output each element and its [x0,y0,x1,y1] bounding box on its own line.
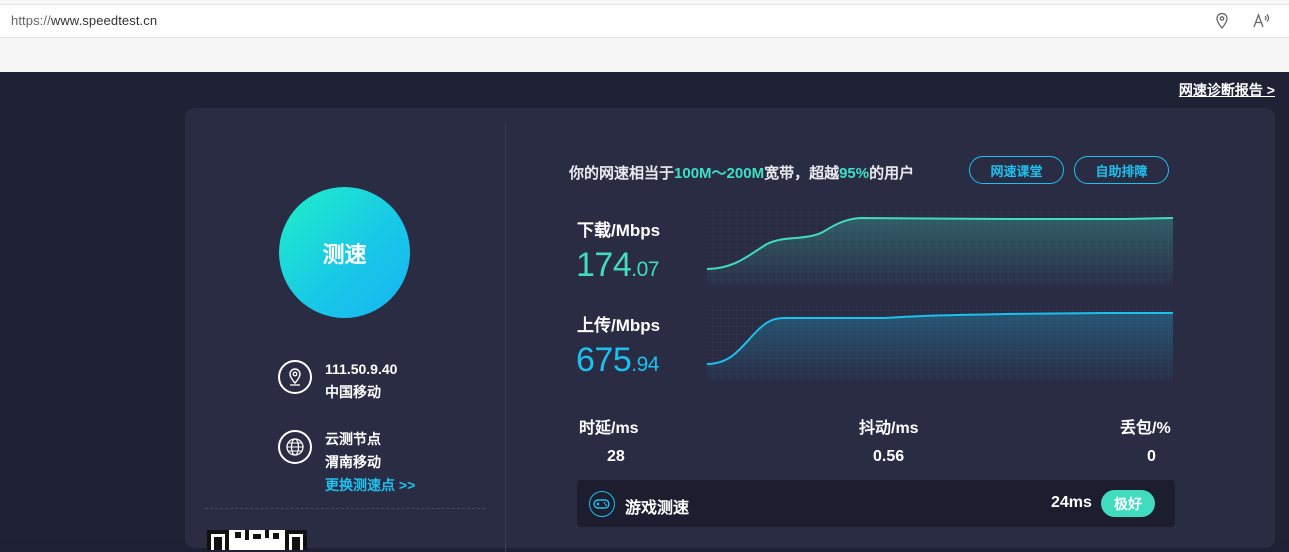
start-test-button[interactable]: 测速 [279,187,410,318]
upload-label: 上传/Mbps [577,316,661,335]
game-rating-badge: 极好 [1101,490,1155,517]
self-troubleshoot-button[interactable]: 自助排障 [1074,156,1169,184]
vertical-divider [505,122,506,552]
result-card: 测速 111.50.9.40 中国移动 云测节点 渭南移动 更换测速点 >> 你… [185,108,1275,552]
globe-icon [278,430,312,464]
bandwidth-range: 100M～200M [674,165,765,182]
isp-name: 中国移动 [325,384,381,400]
game-speed-bar[interactable]: 游戏测速 24ms 极好 [577,480,1175,527]
latency-value: 28 [607,448,625,465]
browser-chrome: https://www.speedtest.cn [0,0,1289,72]
latency-label: 时延/ms [579,420,639,437]
download-label: 下载/Mbps [577,221,661,240]
qr-code [207,530,307,550]
read-aloud-icon[interactable] [1251,11,1271,31]
download-speed-chart [705,208,1173,286]
speed-course-button[interactable]: 网速课堂 [969,156,1064,184]
game-latency: 24ms [1051,494,1092,511]
download-speed: 174.07 [576,246,659,284]
loss-label: 丢包/% [1120,420,1171,437]
speedtest-page: 网速诊断报告 > 测速 111.50.9.40 中国移动 云测节点 渭南移动 更… [0,72,1289,552]
gamepad-icon [589,491,615,517]
jitter-label: 抖动/ms [859,420,919,437]
ip-text: 111.50.9.40 中国移动 [325,358,397,404]
change-node-link[interactable]: 更换测速点 >> [325,474,415,497]
location-icon[interactable] [1212,11,1232,31]
node-name: 渭南移动 [325,454,381,470]
speed-summary: 你的网速相当于100M～200M宽带，超越95%的用户 [569,165,915,182]
loss-value: 0 [1147,448,1156,465]
ip-address: 111.50.9.40 [325,361,398,377]
game-speed-label: 游戏测速 [625,500,690,517]
node-type: 云测节点 [325,431,381,447]
location-pin-icon [278,360,312,394]
upload-speed-chart [705,303,1173,381]
beat-percent: 95% [839,165,870,182]
url-text[interactable]: https://www.speedtest.cn [11,13,157,28]
jitter-value: 0.56 [873,448,905,465]
address-bar[interactable]: https://www.speedtest.cn [0,4,1289,38]
dashed-divider [205,508,485,509]
node-text: 云测节点 渭南移动 更换测速点 >> [325,428,415,497]
diagnosis-report-link[interactable]: 网速诊断报告 > [1179,80,1275,100]
upload-speed: 675.94 [576,341,659,379]
